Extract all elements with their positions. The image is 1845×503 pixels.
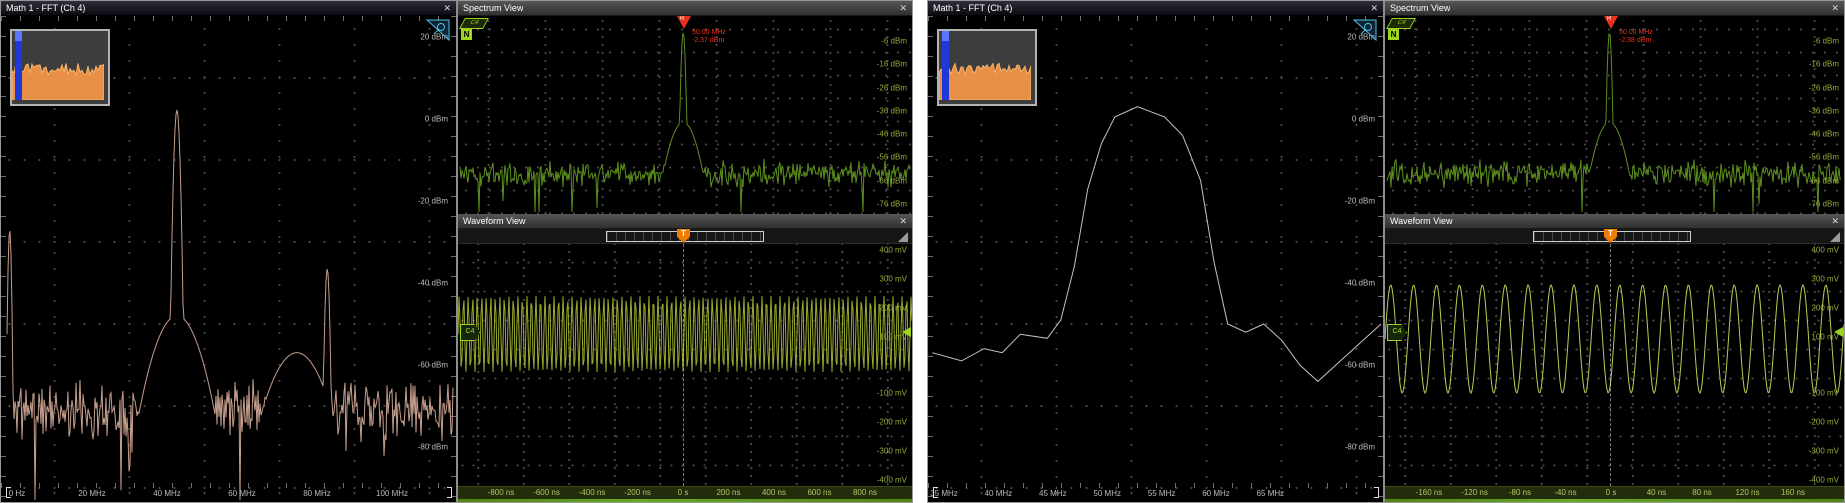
fft-view-right: Math 1 - FFT (Ch 4) ✕ 20 dBm0 dBm-20 dBm…: [928, 1, 1385, 502]
waveform-x-axis-label: -80 ns: [1509, 488, 1531, 497]
waveform-view-right: Waveform View ✕ T 400 mV300 mV200 mV100 …: [1385, 214, 1844, 502]
normal-trace-badge[interactable]: N: [1388, 29, 1399, 40]
zoom-corner-icon[interactable]: [426, 19, 450, 43]
waveform-titlebar: Waveform View ✕: [1385, 214, 1844, 229]
close-icon[interactable]: ✕: [899, 4, 907, 13]
waveform-x-axis-label: 400 ns: [762, 488, 786, 497]
waveform-plot-area[interactable]: 400 mV300 mV200 mV100 mV -100 mV-200 mV-…: [1385, 244, 1844, 486]
scope-window-left: Math 1 - FFT (Ch 4) ✕ 20 dBm0 dBm-20 dBm…: [0, 0, 913, 503]
waveform-x-axis-label: 80 ns: [1692, 488, 1712, 497]
spectrum-titlebar: Spectrum View ✕: [1385, 1, 1844, 16]
close-icon[interactable]: ✕: [1831, 217, 1839, 226]
spectrum-view-left: Spectrum View ✕ -6 dBm-16 dBm-26 dBm-36 …: [458, 1, 912, 214]
spectrum-waveform-column: Spectrum View ✕ -6 dBm-16 dBm-26 dBm-36 …: [1385, 1, 1844, 502]
marker-level: -2.37 dBm: [692, 37, 726, 45]
waveform-x-axis-label: -400 ns: [579, 488, 606, 497]
channel-level-arrow-icon[interactable]: [902, 327, 911, 337]
scope-window-right: Math 1 - FFT (Ch 4) ✕ 20 dBm0 dBm-20 dBm…: [927, 0, 1845, 503]
waveform-time-axis: -800 ns -600 ns -400 ns -200 ns 0 s 200 ns 400…: [458, 486, 912, 499]
thumbnail-preview: [12, 31, 104, 100]
spectrum-trace: [1385, 16, 1844, 214]
waveform-time-axis: -160 ns -120 ns -80 ns -40 ns 0 s 40 ns 80 ns 1…: [1385, 486, 1844, 499]
fft-titlebar: Math 1 - FFT (Ch 4) ✕: [1, 1, 456, 16]
fft-titlebar: Math 1 - FFT (Ch 4) ✕: [928, 1, 1383, 16]
span-bracket-left: [933, 487, 938, 498]
resize-corner-icon[interactable]: [897, 231, 909, 243]
zoom-corner-icon[interactable]: [1353, 19, 1377, 43]
span-bracket-right: [447, 487, 452, 498]
waveform-x-axis-label: -600 ns: [533, 488, 560, 497]
reference-marker-letter: R: [680, 16, 684, 22]
waveform-trace: [458, 244, 912, 486]
close-icon[interactable]: ✕: [1831, 4, 1839, 13]
waveform-x-axis-label: 40 ns: [1647, 488, 1667, 497]
spectrum-view-right: Spectrum View ✕ -6 dBm-16 dBm-26 dBm-36 …: [1385, 1, 1844, 214]
scope-screenshot-pair: Math 1 - FFT (Ch 4) ✕ 20 dBm0 dBm-20 dBm…: [0, 0, 1845, 503]
marker-readout: 50.00 MHz -2.38 dBm: [1619, 29, 1653, 45]
fft-plot-area[interactable]: 20 dBm0 dBm-20 dBm-40 dBm-60 dBm-80 dBm …: [928, 16, 1383, 502]
waveform-x-axis-label: -200 ns: [624, 488, 651, 497]
marker-level: -2.38 dBm: [1619, 37, 1653, 45]
waveform-x-axis-label: -800 ns: [488, 488, 515, 497]
reference-marker-letter: R: [1607, 16, 1611, 22]
close-icon[interactable]: ✕: [443, 4, 451, 13]
span-bracket-right: [1374, 487, 1379, 498]
fft-title: Math 1 - FFT (Ch 4): [933, 3, 1012, 13]
waveform-trace: [1385, 244, 1844, 486]
spectrum-waveform-column: Spectrum View ✕ -6 dBm-16 dBm-26 dBm-36 …: [458, 1, 912, 502]
trigger-centerline: [1610, 244, 1611, 486]
trigger-centerline: [683, 244, 684, 486]
waveform-plot-area[interactable]: 400 mV300 mV200 mV100 mV -100 mV-200 mV-…: [458, 244, 912, 486]
spectrum-title: Spectrum View: [463, 3, 523, 13]
channel-level-arrow-icon[interactable]: [1834, 327, 1843, 337]
waveform-view-left: Waveform View ✕ T 400 mV300 mV200 mV100 …: [458, 214, 912, 502]
span-bracket-left: [6, 487, 11, 498]
waveform-scroll-bar[interactable]: [1385, 499, 1844, 502]
waveform-x-axis-label: 0 s: [678, 488, 689, 497]
spectrum-titlebar: Spectrum View ✕: [458, 1, 912, 16]
fft-plot-area[interactable]: 20 dBm0 dBm-20 dBm-40 dBm-60 dBm-80 dBm …: [1, 16, 456, 502]
normal-trace-badge[interactable]: N: [461, 29, 472, 40]
thumbnail-preview: [939, 31, 1031, 100]
fft-title: Math 1 - FFT (Ch 4): [6, 3, 85, 13]
waveform-titlebar: Waveform View ✕: [458, 214, 912, 229]
marker-frequency: 50.00 MHz: [692, 29, 726, 37]
waveform-title: Waveform View: [1390, 216, 1453, 226]
spectrum-plot-area[interactable]: -6 dBm-16 dBm-26 dBm-36 dBm-46 dBm-56 dB…: [458, 16, 912, 214]
waveform-x-axis-label: -160 ns: [1416, 488, 1443, 497]
fft-view-left: Math 1 - FFT (Ch 4) ✕ 20 dBm0 dBm-20 dBm…: [1, 1, 458, 502]
spectrum-thumbnail[interactable]: [10, 29, 110, 106]
spectrum-title: Spectrum View: [1390, 3, 1450, 13]
waveform-x-axis-label: 200 ns: [716, 488, 740, 497]
waveform-x-axis-label: 800 ns: [853, 488, 877, 497]
waveform-x-axis-label: 120 ns: [1735, 488, 1759, 497]
waveform-x-axis-label: 0 s: [1606, 488, 1617, 497]
waveform-x-axis-label: -40 ns: [1554, 488, 1576, 497]
marker-readout: 50.00 MHz -2.37 dBm: [692, 29, 726, 45]
waveform-title: Waveform View: [463, 216, 526, 226]
spectrum-thumbnail[interactable]: [937, 29, 1037, 106]
close-icon[interactable]: ✕: [899, 217, 907, 226]
waveform-x-axis-label: -120 ns: [1461, 488, 1488, 497]
spectrum-plot-area[interactable]: -6 dBm-16 dBm-26 dBm-36 dBm-46 dBm-56 dB…: [1385, 16, 1844, 214]
waveform-x-axis-label: 600 ns: [807, 488, 831, 497]
resize-corner-icon[interactable]: [1829, 231, 1841, 243]
spectrum-trace: [458, 16, 912, 214]
waveform-x-axis-label: 160 ns: [1781, 488, 1805, 497]
marker-frequency: 50.00 MHz: [1619, 29, 1653, 37]
waveform-scroll-bar[interactable]: [458, 499, 912, 502]
close-icon[interactable]: ✕: [1370, 4, 1378, 13]
